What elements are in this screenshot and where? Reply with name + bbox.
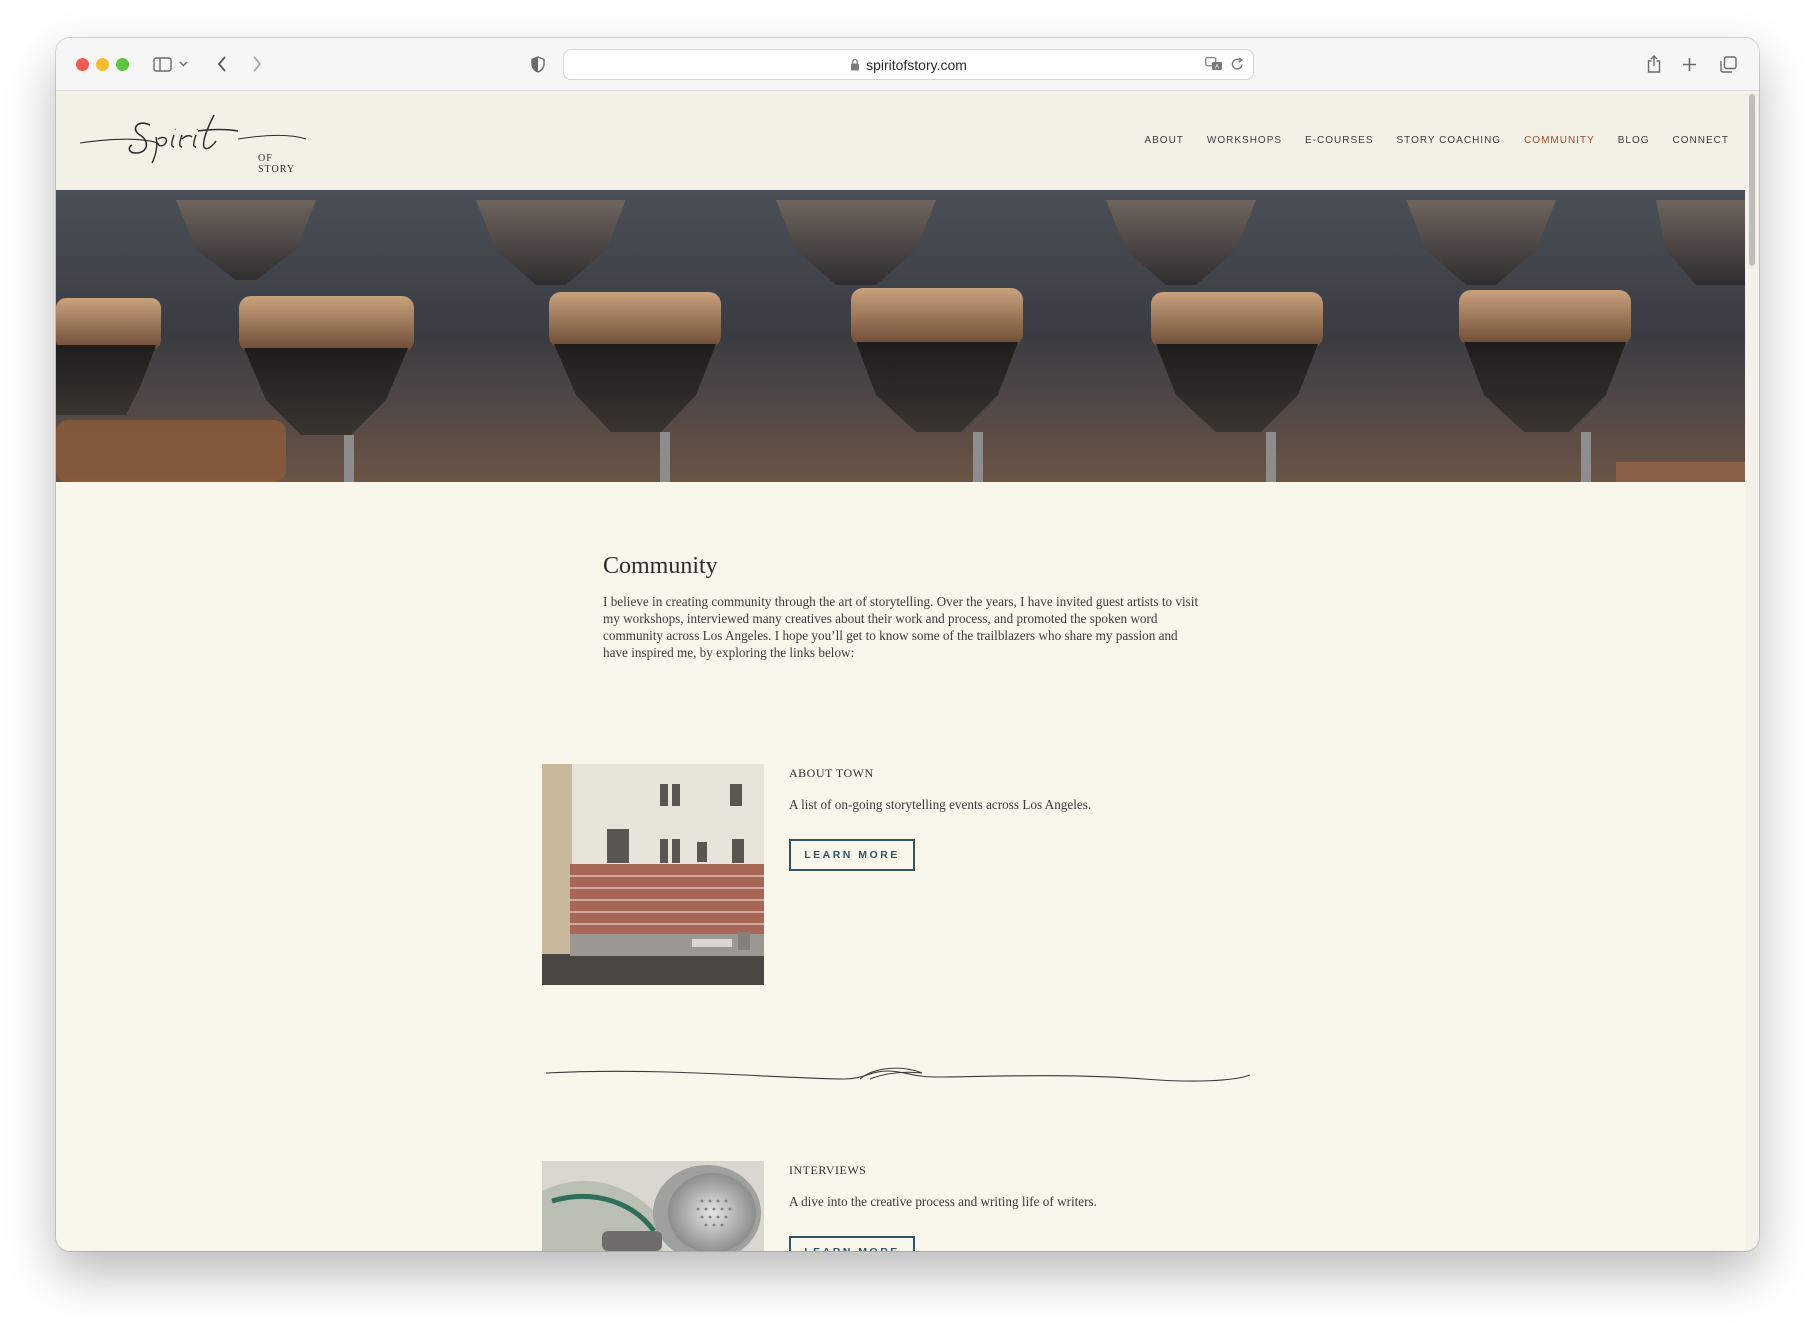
item-label-interviews: INTERVIEWS [789,1163,867,1177]
site-header: OF STORY ABOUT WORKSHOPS E-COURSES STORY… [56,91,1745,190]
item-label-about-town: ABOUT TOWN [789,766,874,780]
site-logo[interactable]: OF STORY [78,109,308,175]
tab-overview-icon[interactable] [1719,51,1737,77]
chevron-down-icon[interactable] [177,51,189,77]
scrollbar-thumb[interactable] [1749,94,1755,266]
page-title: Community [603,553,718,579]
nav-community[interactable]: COMMUNITY [1524,135,1595,146]
page-scrollbar[interactable] [1745,91,1759,1251]
feather-divider-icon [545,1067,1251,1082]
reload-icon[interactable] [1231,57,1244,71]
browser-toolbar: spiritofstory.com A [56,38,1759,91]
minimize-window-button[interactable] [96,58,109,71]
nav-e-courses[interactable]: E-COURSES [1305,135,1373,146]
intro-paragraph: I believe in creating community through … [603,594,1199,660]
translate-icon[interactable]: A [1205,57,1223,71]
svg-text:A: A [1215,65,1219,71]
nav-blog[interactable]: BLOG [1618,135,1650,146]
address-bar[interactable]: spiritofstory.com A [563,49,1254,80]
nav-story-coaching[interactable]: STORY COACHING [1397,135,1502,146]
close-window-button[interactable] [76,58,89,71]
url-text: spiritofstory.com [866,56,967,73]
interviews-image[interactable] [542,1161,764,1251]
learn-more-about-town-button[interactable]: LEARN MORE [789,839,915,871]
shield-icon[interactable] [529,51,547,77]
nav-connect[interactable]: CONNECT [1673,135,1729,146]
nav-workshops[interactable]: WORKSHOPS [1207,135,1282,146]
sidebar-toggle-icon[interactable] [152,51,172,77]
lock-icon [850,58,860,71]
browser-window: spiritofstory.com A OF STORY ABOUT WORKS… [56,38,1759,1251]
item-description-about-town: A list of on-going storytelling events a… [789,797,1092,812]
share-icon[interactable] [1646,51,1662,77]
nav-about[interactable]: ABOUT [1144,135,1183,146]
hero-image [56,190,1745,482]
back-icon[interactable] [214,51,230,77]
about-town-image[interactable] [542,764,764,985]
page-viewport: OF STORY ABOUT WORKSHOPS E-COURSES STORY… [56,91,1745,1251]
logo-subtext: OF STORY [258,153,296,175]
forward-icon[interactable] [249,51,265,77]
main-nav: ABOUT WORKSHOPS E-COURSES STORY COACHING… [1121,135,1729,146]
new-tab-icon[interactable] [1681,51,1697,77]
learn-more-interviews-button[interactable]: LEARN MORE [789,1236,915,1251]
zoom-window-button[interactable] [116,58,129,71]
item-description-interviews: A dive into the creative process and wri… [789,1194,1097,1209]
